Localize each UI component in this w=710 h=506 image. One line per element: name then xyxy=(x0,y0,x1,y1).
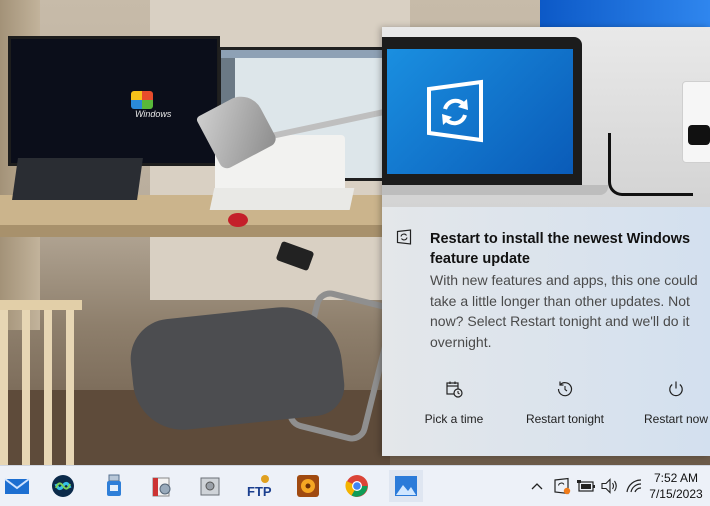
ftp-icon: FTP xyxy=(247,475,272,499)
chrome-icon xyxy=(345,475,368,497)
wifi-icon xyxy=(626,479,642,493)
restart-icon xyxy=(557,381,573,397)
restart-tonight-button[interactable]: Restart tonight xyxy=(515,380,615,432)
toast-content: Restart to install the newest Windows fe… xyxy=(382,207,710,456)
restart-now-button[interactable]: Restart now xyxy=(626,380,710,432)
power-cable xyxy=(608,133,693,196)
monitor-left: Windows xyxy=(8,36,220,166)
clock-date: 7/15/2023 xyxy=(649,487,703,501)
windows-logo-icon xyxy=(131,91,153,109)
mouse xyxy=(228,213,248,227)
restart-tonight-label: Restart tonight xyxy=(525,412,605,426)
tray-battery[interactable] xyxy=(575,476,597,496)
crib xyxy=(0,300,82,465)
chair-seat xyxy=(126,301,348,435)
desk-edge xyxy=(0,225,390,237)
laptop-white-base xyxy=(209,188,355,210)
windows-update-logo-icon xyxy=(427,79,483,143)
hero-laptop-base xyxy=(382,185,608,195)
pick-a-time-label: Pick a time xyxy=(424,412,484,426)
update-status-icon xyxy=(554,477,571,495)
tray-volume[interactable] xyxy=(599,476,621,496)
power-icon xyxy=(669,381,683,397)
safe-icon xyxy=(200,477,220,496)
hero-laptop xyxy=(382,37,582,187)
taskbar-clock[interactable]: 7:52 AM 7/15/2023 xyxy=(645,470,707,502)
tray-update-status[interactable] xyxy=(551,476,573,496)
taskbar-media[interactable] xyxy=(291,470,325,502)
battery-icon xyxy=(577,480,595,492)
laptop-dark xyxy=(12,158,143,200)
taskbar-chrome[interactable] xyxy=(340,470,374,502)
monitor-titlebar xyxy=(221,50,389,58)
update-notification-toast[interactable]: Restart to install the newest Windows fe… xyxy=(382,27,710,456)
power-plug xyxy=(688,125,710,145)
chevron-up-icon xyxy=(531,483,543,490)
taskbar-installer[interactable] xyxy=(145,470,179,502)
monitor-logo-text: Windows xyxy=(135,109,172,119)
installer-icon xyxy=(152,477,171,497)
clock-time: 7:52 AM xyxy=(653,471,699,485)
toast-title: Restart to install the newest Windows fe… xyxy=(430,231,691,267)
taskbar-mail[interactable] xyxy=(0,470,34,502)
ftp-label: FTP xyxy=(247,484,272,499)
taskbar-usb-tool[interactable] xyxy=(97,470,131,502)
pick-a-time-button[interactable]: Pick a time xyxy=(404,380,504,432)
taskbar-photos[interactable] xyxy=(389,470,423,502)
restart-now-label: Restart now xyxy=(643,412,709,426)
taskbar-webex[interactable] xyxy=(46,470,80,502)
mail-icon xyxy=(4,478,30,494)
usb-icon xyxy=(107,474,121,496)
taskbar-safe[interactable] xyxy=(193,470,227,502)
tray-wifi[interactable] xyxy=(623,476,645,496)
taskbar-ftp[interactable]: FTP xyxy=(242,470,276,502)
hero-laptop-screen xyxy=(387,49,573,174)
tray-overflow-button[interactable] xyxy=(528,476,546,496)
volume-icon xyxy=(601,478,617,494)
webex-icon xyxy=(52,475,74,497)
toast-message: With new features and apps, this one cou… xyxy=(430,272,698,350)
windows-update-app-icon xyxy=(396,229,412,245)
toast-hero-image xyxy=(382,27,710,207)
desktop-blue-strip xyxy=(540,0,710,27)
media-icon xyxy=(297,475,319,497)
taskbar: FTP 7:52 AM 7/15/2023 xyxy=(0,465,710,506)
photos-icon xyxy=(395,476,417,496)
calendar-clock-icon xyxy=(446,381,463,398)
